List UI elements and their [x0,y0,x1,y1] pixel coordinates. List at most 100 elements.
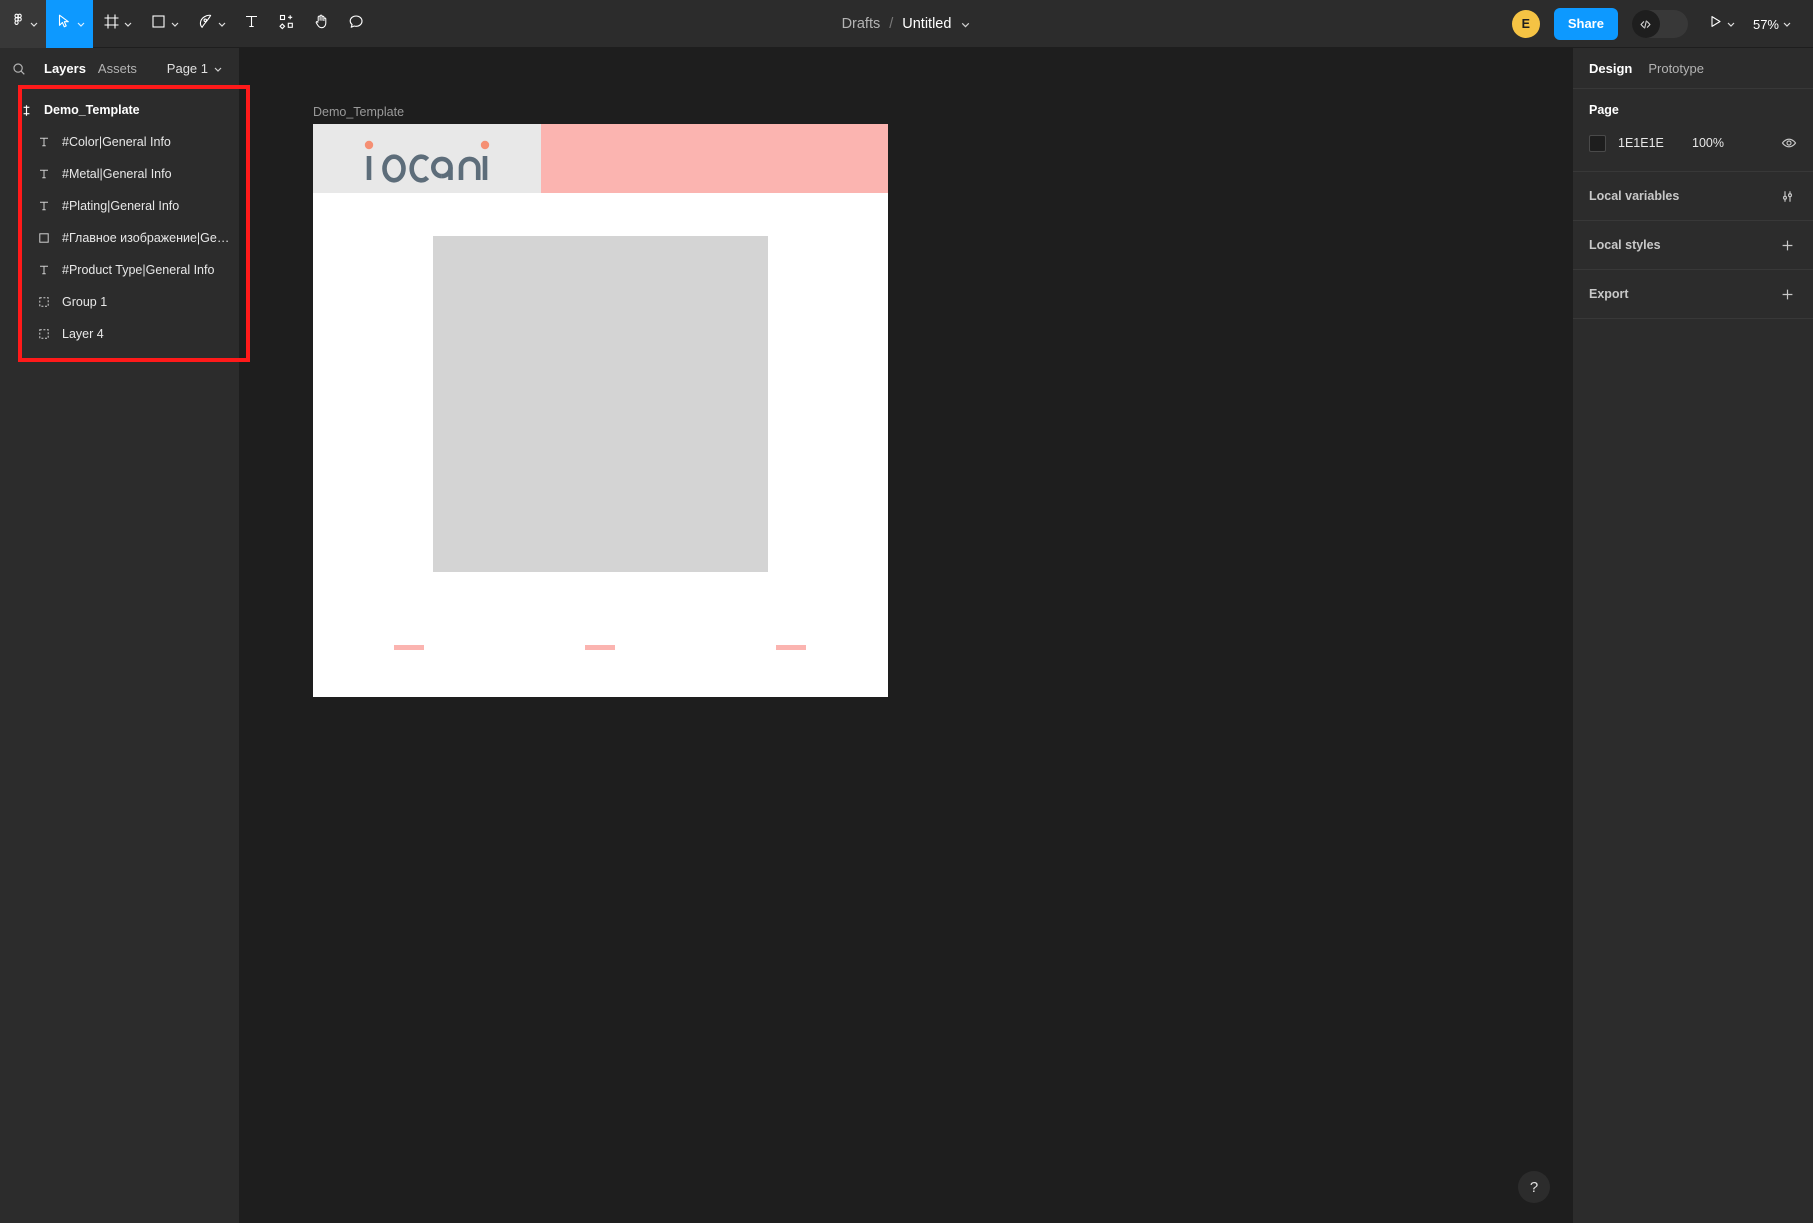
layer-name: #Product Type|General Info [62,263,215,277]
layer-name: Layer 4 [62,327,104,341]
layer-row[interactable]: #Metal|General Info [0,158,239,190]
text-icon [36,198,52,214]
tab-layers[interactable]: Layers [38,57,92,80]
chevron-down-icon [73,19,89,29]
layer-name: Group 1 [62,295,108,309]
text-icon [36,166,52,182]
page-selector-label: Page 1 [166,61,208,76]
local-variables-row[interactable]: Local variables [1573,172,1813,221]
pen-icon [197,13,214,35]
page-properties-section: Page 1E1E1E 100% [1573,89,1813,172]
move-tool-button[interactable] [46,0,93,48]
frame-label[interactable]: Demo_Template [313,105,404,119]
resources-tool-button[interactable] [269,0,304,48]
layer-row[interactable]: #Главное изображение|Gen... [0,222,239,254]
hand-icon [313,13,330,35]
tab-design[interactable]: Design [1589,61,1632,76]
layer-list: Demo_Template #Color|General Info #Metal… [0,89,239,350]
page-selector[interactable]: Page 1 [161,57,227,80]
cursor-icon [56,13,73,35]
main-image-placeholder[interactable] [433,236,768,572]
zoom-control[interactable]: 57% [1743,6,1799,42]
chevron-down-icon [26,19,42,29]
local-variables-label: Local variables [1589,189,1680,203]
pen-tool-button[interactable] [187,0,234,48]
iocani-logo [361,139,493,185]
export-row[interactable]: Export [1573,270,1813,319]
artboard-demo-template[interactable] [313,124,888,697]
chevron-down-icon [120,19,136,29]
search-icon[interactable] [12,62,26,76]
page-color-hex[interactable]: 1E1E1E [1618,136,1692,150]
accent-bar [776,645,806,650]
section-title-page: Page [1589,103,1619,117]
chevron-down-icon [167,19,183,29]
top-toolbar: Drafts / Untitled E Share 57% [0,0,1813,48]
right-sidebar: Design Prototype Page 1E1E1E 100% Local … [1572,48,1813,1223]
text-icon [243,13,260,35]
layer-row[interactable]: Group 1 [0,286,239,318]
left-sidebar-header: Layers Assets Page 1 [0,48,239,89]
text-icon [36,262,52,278]
layer-name: #Color|General Info [62,135,171,149]
dev-mode-toggle[interactable] [1631,10,1688,38]
toolbar-right-group: E Share 57% [1511,0,1813,48]
plus-icon[interactable] [1777,235,1797,255]
canvas[interactable]: Demo_Template ? [240,48,1572,1223]
layer-row[interactable]: #Color|General Info [0,126,239,158]
help-button[interactable]: ? [1518,1171,1550,1203]
sliders-icon[interactable] [1777,186,1797,206]
accent-bar [585,645,615,650]
avatar[interactable]: E [1511,10,1540,38]
page-background-row: 1E1E1E 100% [1589,131,1797,155]
present-button[interactable] [1702,6,1743,42]
layer-row[interactable]: #Plating|General Info [0,190,239,222]
layer-row[interactable]: Layer 4 [0,318,239,350]
plus-icon[interactable] [1777,284,1797,304]
export-label: Export [1589,287,1629,301]
local-styles-row[interactable]: Local styles [1573,221,1813,270]
eye-icon[interactable] [1781,135,1797,151]
layer-name: #Plating|General Info [62,199,180,213]
layer-name: Demo_Template [44,103,140,117]
rectangle-icon [150,13,167,35]
breadcrumb-file-name[interactable]: Untitled [902,16,951,32]
zoom-level-label: 57% [1752,16,1779,32]
left-sidebar: Layers Assets Page 1 Demo_Template #Colo… [0,48,240,1223]
accent-bar [394,645,424,650]
layer-name: #Metal|General Info [62,167,172,181]
play-icon [1708,14,1723,34]
frame-tool-button[interactable] [93,0,140,48]
text-tool-button[interactable] [234,0,269,48]
figma-main-menu-button[interactable] [0,0,46,48]
tab-assets[interactable]: Assets [92,57,143,80]
comment-tool-button[interactable] [339,0,374,48]
rectangle-icon [36,230,52,246]
group-icon [36,294,52,310]
shape-tool-button[interactable] [140,0,187,48]
file-menu-chevron-down-icon[interactable] [960,19,971,30]
page-opacity-value[interactable]: 100% [1692,136,1748,150]
present-chevron-down-icon[interactable] [1723,19,1739,29]
zoom-chevron-down-icon[interactable] [1779,19,1795,29]
share-button[interactable]: Share [1553,8,1618,40]
page-color-swatch[interactable] [1589,134,1606,152]
breadcrumb-project[interactable]: Drafts [842,16,881,32]
layer-row[interactable]: #Product Type|General Info [0,254,239,286]
frame-icon [103,13,120,35]
local-styles-label: Local styles [1589,238,1661,252]
components-icon [278,13,295,35]
hand-tool-button[interactable] [304,0,339,48]
right-sidebar-tabs: Design Prototype [1573,48,1813,89]
text-icon [36,134,52,150]
page-chevron-down-icon [213,64,223,74]
layer-row[interactable]: Demo_Template [0,94,239,126]
comment-icon [348,13,365,35]
chevron-down-icon [214,19,230,29]
group-icon [36,326,52,342]
toolbar-tool-group [0,0,374,48]
code-icon [1631,10,1660,38]
tab-prototype[interactable]: Prototype [1648,61,1704,76]
hero-pink-band [541,124,888,193]
section-icon [18,102,34,118]
